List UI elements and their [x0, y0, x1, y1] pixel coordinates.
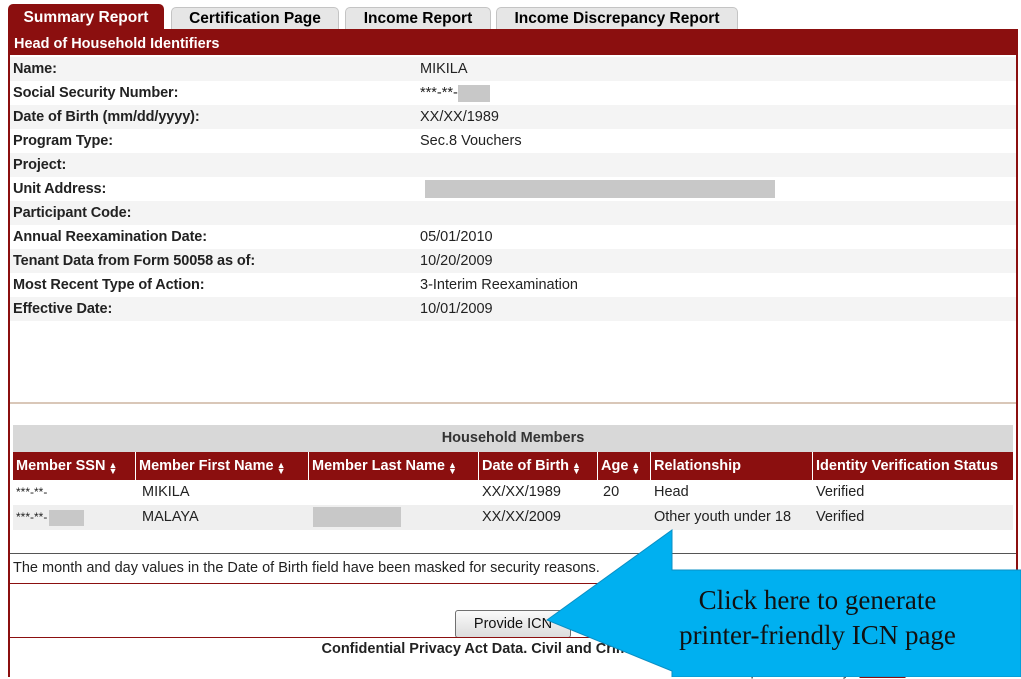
tab-certification-page[interactable]: Certification Page [171, 7, 339, 29]
info-value: 10/20/2009 [420, 253, 493, 269]
cell-relationship: Other youth under 18 [654, 509, 792, 525]
col-member-first-name[interactable]: Member First Name ▲ ▼ [136, 452, 309, 480]
info-row-project: Project: [10, 153, 1016, 178]
cell-ssn: ***-**- [13, 505, 136, 530]
info-label: Social Security Number: [13, 85, 179, 101]
sort-up-down-icon: ▲ ▼ [108, 459, 118, 476]
tab-summary-report[interactable]: Summary Report [8, 4, 164, 29]
cell-relationship: Head [654, 484, 689, 500]
column-label: Date of Birth [482, 458, 569, 474]
info-row-action-type: Most Recent Type of Action: 3-Interim Re… [10, 273, 1016, 298]
info-row-unit-address: Unit Address: [10, 177, 1016, 202]
info-label: Annual Reexamination Date: [13, 229, 207, 245]
info-row-tenant-data: Tenant Data from Form 50058 as of: 10/20… [10, 249, 1016, 274]
info-label: Tenant Data from Form 50058 as of: [13, 253, 256, 269]
col-date-of-birth[interactable]: Date of Birth ▲ ▼ [479, 452, 598, 480]
cell-last-name [309, 480, 479, 505]
info-value: 10/01/2009 [420, 301, 493, 317]
ssn-masked: ***-**- [420, 85, 458, 101]
info-label: Unit Address: [13, 181, 107, 197]
table-row: ***-**- MIKILA XX/XX/1989 20 Head Verifi… [13, 480, 1013, 505]
cell-first-name: MIKILA [142, 484, 190, 500]
tab-income-report[interactable]: Income Report [345, 7, 491, 29]
cell-dob: XX/XX/2009 [482, 509, 561, 525]
tab-income-discrepancy-report[interactable]: Income Discrepancy Report [496, 7, 738, 29]
redaction-block [313, 507, 401, 528]
household-members-title: Household Members [13, 425, 1013, 452]
info-label: Participant Code: [13, 205, 132, 221]
info-label: Effective Date: [13, 301, 113, 317]
cell-last-name [309, 505, 479, 530]
info-row-dob: Date of Birth (mm/dd/yyyy): XX/XX/1989 [10, 105, 1016, 130]
sort-up-down-icon: ▲ ▼ [631, 459, 641, 476]
cell-age [598, 505, 651, 530]
redaction-block [49, 509, 85, 526]
household-members-table: Household Members Member SSN ▲ ▼ Member Fi… [13, 425, 1013, 530]
info-row-program-type: Program Type: Sec.8 Vouchers [10, 129, 1016, 154]
column-label: Member SSN [16, 458, 106, 474]
info-value: 3-Interim Reexamination [420, 277, 578, 293]
col-age[interactable]: Age ▲ ▼ [598, 452, 651, 480]
panel-title: Head of Household Identifiers [10, 31, 1016, 57]
info-value: Sec.8 Vouchers [420, 133, 522, 149]
cell-ssn: ***-**- [16, 485, 48, 499]
column-label: Relationship [654, 458, 742, 474]
info-value [425, 177, 775, 201]
info-row-annual-reexam: Annual Reexamination Date: 05/01/2010 [10, 225, 1016, 250]
redaction-block [457, 84, 490, 102]
column-label: Age [601, 458, 629, 474]
col-member-ssn[interactable]: Member SSN ▲ ▼ [13, 452, 136, 480]
sort-up-down-icon: ▲ ▼ [572, 459, 581, 476]
column-label: Identity Verification Status [816, 458, 999, 474]
info-label: Project: [13, 157, 67, 173]
col-relationship: Relationship [651, 452, 813, 480]
ssn-masked: ***-**- [16, 510, 48, 524]
col-member-last-name[interactable]: Member Last Name ▲ ▼ [309, 452, 479, 480]
info-row-participant-code: Participant Code: [10, 201, 1016, 226]
table-header-row: Member SSN ▲ ▼ Member First Name ▲ ▼ Member … [13, 452, 1013, 480]
summary-panel: Head of Household Identifiers Name: MIKI… [8, 29, 1018, 679]
redaction-block [425, 180, 775, 199]
cell-first-name: MALAYA [142, 509, 199, 525]
column-label: Member Last Name [312, 458, 445, 474]
masking-note: The month and day values in the Date of … [10, 553, 1016, 581]
cell-status: Verified [816, 509, 865, 525]
callout-line-1: Click here to generate [698, 585, 937, 615]
col-identity-verification-status: Identity Verification Status [813, 452, 1013, 480]
provide-icn-button[interactable]: Provide ICN [455, 610, 571, 638]
sort-up-down-icon: ▲ ▼ [276, 459, 286, 476]
info-value: 05/01/2010 [420, 229, 493, 245]
info-row-name: Name: MIKILA [10, 57, 1016, 82]
sort-up-down-icon: ▲ ▼ [447, 459, 457, 476]
callout-line-2: printer-friendly ICN page [679, 620, 956, 650]
info-label: Program Type: [13, 133, 113, 149]
cell-status: Verified [816, 484, 865, 500]
section-divider [10, 402, 1016, 404]
callout-text: Click here to generate printer-friendly … [645, 583, 990, 653]
cell-age: 20 [603, 484, 620, 500]
info-row-effective-date: Effective Date: 10/01/2009 [10, 297, 1016, 322]
cell-dob: XX/XX/1989 [482, 484, 561, 500]
info-value: ***-**- [420, 81, 490, 105]
column-label: Member First Name [139, 458, 274, 474]
info-label: Most Recent Type of Action: [13, 277, 205, 293]
table-row: ***-**- MALAYA XX/XX/2009 Other youth un… [13, 505, 1013, 530]
info-label: Name: [13, 61, 57, 77]
info-value: XX/XX/1989 [420, 109, 499, 125]
info-value: MIKILA [420, 61, 468, 77]
info-label: Date of Birth (mm/dd/yyyy): [13, 109, 200, 125]
info-row-ssn: Social Security Number: ***-**- [10, 81, 1016, 106]
